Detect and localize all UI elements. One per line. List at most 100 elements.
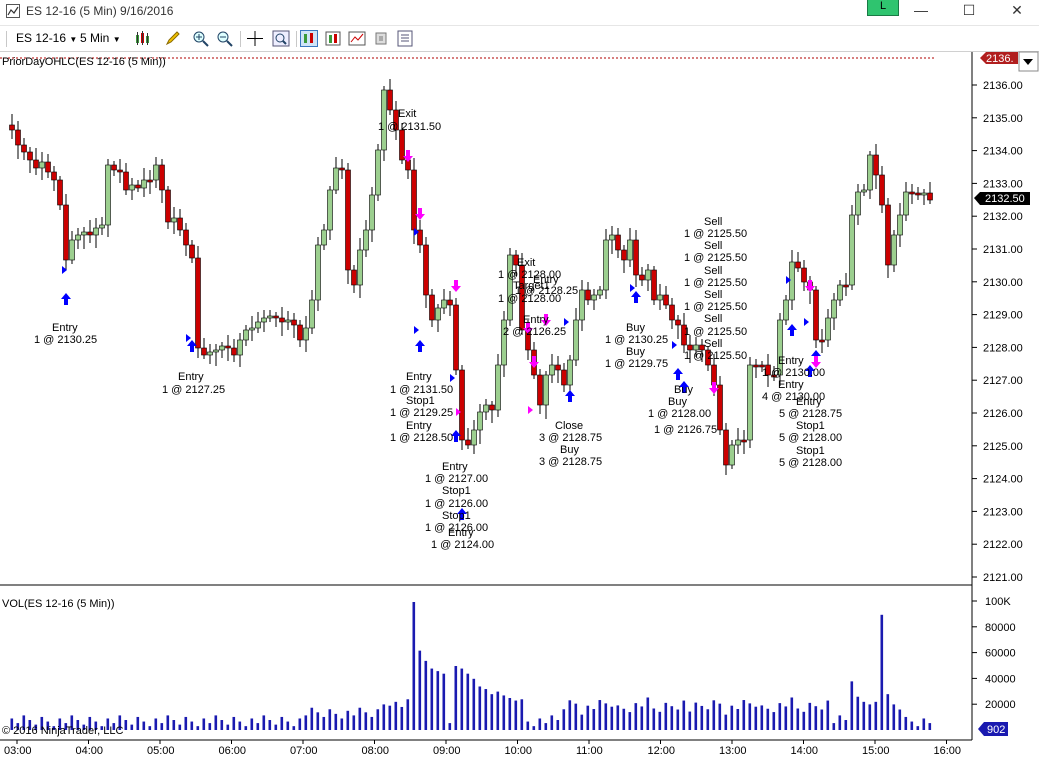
volume-tick-label: 100K: [985, 596, 1011, 608]
candle-down: [753, 364, 759, 368]
volume-bar: [472, 678, 476, 730]
candle-up: [645, 269, 651, 281]
candle-up: [735, 439, 741, 446]
candle-up: [213, 349, 219, 353]
trade-annotation-text: 1 @ 2130.00: [762, 367, 825, 379]
candle-up: [891, 234, 897, 266]
price-tick-label: 2128.00: [983, 342, 1023, 354]
candle-down: [843, 284, 849, 288]
volume-bar: [274, 724, 278, 730]
time-axis[interactable]: 03:00 04:00 05:00 06:00 07:00 08:00 09:00 10:00…: [4, 740, 961, 757]
link-button[interactable]: L: [867, 0, 899, 16]
time-tick-label: 03:00: [4, 745, 32, 757]
trade-annotation-text: Sell: [704, 216, 722, 228]
volume-tick-label: 40000: [985, 673, 1016, 685]
candle-down: [63, 204, 69, 261]
window-title: ES 12-16 (5 Min) 9/16/2016: [26, 4, 174, 18]
trade-annotation-text: 3 @ 2128.75: [539, 432, 602, 444]
zoom-out-icon[interactable]: [216, 30, 234, 47]
candle-up: [543, 374, 549, 406]
time-tick-label: 11:00: [576, 745, 603, 757]
axis-scroll-dropdown[interactable]: [1018, 51, 1039, 72]
candle-down: [387, 89, 393, 111]
maximize-button[interactable]: ☐: [946, 0, 992, 22]
crosshair-icon[interactable]: [246, 30, 264, 47]
minimize-button[interactable]: —: [898, 0, 944, 22]
trade-annotation-text: Exit: [398, 108, 416, 120]
last-price-marker: 2132.50: [974, 192, 1030, 205]
toolbar-grip: [6, 31, 7, 47]
volume-bar: [184, 716, 188, 730]
trade-annotation-text: Entry: [796, 396, 822, 408]
volume-bar: [766, 708, 770, 730]
interval-selector[interactable]: 5 Min ▼: [80, 30, 121, 47]
candle-down: [663, 294, 669, 306]
candle-up: [375, 149, 381, 196]
volume-axis[interactable]: 100K 80000 60000 40000 20000: [972, 596, 1016, 711]
volume-bar: [694, 702, 698, 730]
data-box-icon[interactable]: [396, 30, 414, 47]
volume-bar: [508, 698, 512, 730]
volume-bar: [352, 715, 356, 730]
chart-app-icon: [6, 4, 20, 18]
drawing-tool-icon[interactable]: [164, 30, 182, 47]
volume-bar: [304, 715, 308, 730]
volume-bar: [850, 681, 854, 730]
magnify-icon[interactable]: [272, 30, 290, 47]
candle-up: [609, 234, 615, 241]
candle-up: [303, 327, 309, 341]
volume-bar: [478, 686, 482, 730]
volume-bar: [682, 700, 686, 730]
volume-bar: [724, 714, 728, 730]
candle-up: [729, 444, 735, 466]
bar-style-icon[interactable]: [134, 30, 152, 47]
volume-bar: [160, 723, 164, 730]
trade-annotation-text: 1 @ 2129.25: [390, 407, 453, 419]
trade-annotation-text: 1 @ 2127.25: [162, 384, 225, 396]
instrument-selector[interactable]: ES 12-16 ▼: [16, 30, 77, 47]
candle-up: [153, 164, 159, 181]
last-volume-marker: 902: [978, 722, 1008, 736]
price-panel[interactable]: PriorDayOHLC(ES 12-16 (5 Min)) Exit1 @ 2…: [0, 56, 934, 551]
price-tick-label: 2131.00: [983, 244, 1023, 256]
volume-bar: [286, 721, 290, 730]
price-tick-label: 2126.00: [983, 408, 1023, 420]
candle-up: [921, 192, 927, 196]
candle-up: [363, 229, 369, 251]
candle-down: [183, 229, 189, 246]
strategies-icon[interactable]: [324, 30, 342, 47]
close-button[interactable]: ✕: [994, 0, 1039, 22]
properties-icon[interactable]: [372, 30, 390, 47]
volume-bar: [868, 704, 872, 730]
execution-triangle-icon: [564, 318, 569, 326]
trade-annotation-text: 1 @ 2124.00: [431, 539, 494, 551]
candle-up: [261, 317, 267, 323]
volume-bar: [412, 602, 416, 730]
volume-bar: [310, 707, 314, 730]
chart-trader-icon[interactable]: [300, 30, 318, 47]
price-axis[interactable]: 2136.00 2135.00 2134.00 2133.00 2132.00 2131.…: [972, 80, 1023, 584]
volume-bar: [250, 718, 254, 730]
volume-panel[interactable]: VOL(ES 12-16 (5 Min)) © 2016 NinjaTrader…: [2, 598, 932, 737]
volume-bar: [568, 700, 572, 730]
candle-down: [669, 304, 675, 321]
chart-area[interactable]: PriorDayOHLC(ES 12-16 (5 Min)) Exit1 @ 2…: [0, 50, 1039, 769]
zoom-in-icon[interactable]: [192, 30, 210, 47]
execution-triangle-icon: [450, 374, 455, 382]
volume-bar: [394, 701, 398, 730]
trade-annotation-text: Entry: [442, 461, 468, 473]
candle-down: [885, 204, 891, 266]
entry-arrow-icon: [565, 390, 575, 402]
candle-up: [141, 179, 147, 189]
volume-bar: [742, 700, 746, 730]
volume-bar: [382, 704, 386, 730]
trade-annotation-text: 3 @ 2128.75: [539, 456, 602, 468]
volume-bar: [436, 671, 440, 730]
volume-bar: [496, 691, 500, 730]
indicators-icon[interactable]: [348, 30, 366, 47]
volume-bar: [328, 709, 332, 730]
candle-down: [723, 429, 729, 466]
candle-down: [345, 169, 351, 271]
trade-annotation-text: Entry: [406, 420, 432, 432]
volume-bar: [754, 706, 758, 730]
